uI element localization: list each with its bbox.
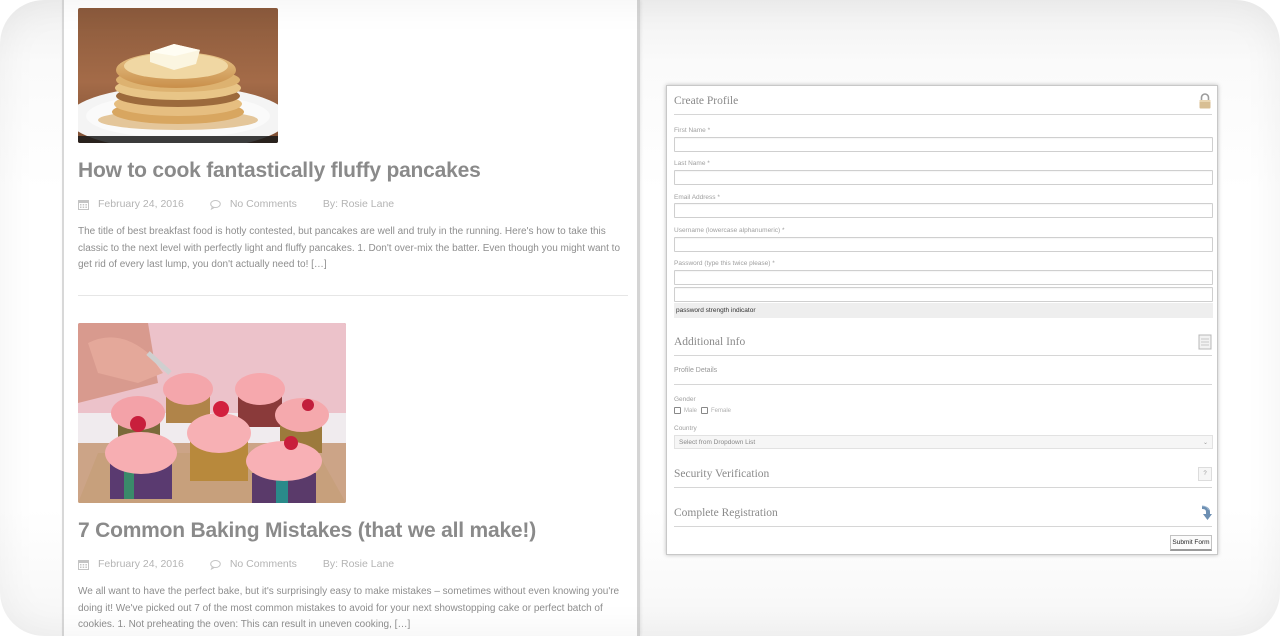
blog-post-list: How to cook fantastically fluffy pancake… (62, 0, 640, 636)
gender-label: Gender (674, 396, 696, 403)
username-label: Username (lowercase alphanumeric) * (674, 227, 785, 234)
comment-icon (210, 199, 221, 210)
calendar-icon (78, 199, 89, 210)
create-profile-header: Create Profile (674, 87, 1212, 115)
document-icon (1198, 334, 1212, 349)
first-name-input[interactable] (674, 137, 1213, 152)
email-input[interactable] (674, 203, 1213, 218)
post-author[interactable]: By: Rosie Lane (323, 558, 394, 570)
registration-form: Create Profile First Name * Last Name * … (666, 85, 1218, 555)
submit-form-button[interactable]: Submit Form (1170, 535, 1212, 551)
post-excerpt: The title of best breakfast food is hotl… (78, 226, 621, 270)
post-meta: February 24, 2016 No Comments By: Rosie … (78, 556, 630, 572)
chevron-down-icon: ⌄ (1202, 439, 1208, 446)
section-title: Security Verification (674, 467, 770, 480)
username-input[interactable] (674, 237, 1213, 252)
country-label: Country (674, 425, 697, 432)
male-label: Male (684, 407, 698, 414)
complete-registration-header: Complete Registration (674, 499, 1212, 527)
last-name-label: Last Name * (674, 160, 710, 167)
password-confirm-input[interactable] (674, 287, 1213, 302)
password-input[interactable] (674, 270, 1213, 285)
section-title: Additional Info (674, 335, 746, 348)
last-name-input[interactable] (674, 170, 1213, 185)
additional-info-header: Additional Info (674, 328, 1212, 356)
password-label: Password (type this twice please) * (674, 260, 775, 267)
section-title: Create Profile (674, 94, 739, 107)
male-checkbox[interactable] (674, 407, 681, 414)
lock-icon (1199, 92, 1211, 108)
post-date: February 24, 2016 (78, 558, 184, 570)
post-title[interactable]: How to cook fantastically fluffy pancake… (78, 158, 630, 184)
cupcakes-image[interactable] (78, 323, 346, 503)
question-icon[interactable]: ? (1198, 466, 1212, 481)
email-label: Email Address * (674, 194, 720, 201)
first-name-label: First Name * (674, 127, 711, 134)
pancakes-image[interactable] (78, 8, 278, 143)
post-comments[interactable]: No Comments (210, 558, 297, 570)
blog-post: 7 Common Baking Mistakes (that we all ma… (78, 323, 630, 634)
comment-icon (210, 559, 221, 570)
password-strength-indicator: password strength indicator (674, 303, 1213, 318)
post-comments[interactable]: No Comments (210, 198, 297, 210)
post-title[interactable]: 7 Common Baking Mistakes (that we all ma… (78, 518, 630, 544)
post-date: February 24, 2016 (78, 198, 184, 210)
post-meta: February 24, 2016 No Comments By: Rosie … (78, 196, 630, 212)
country-selected-value: Select from Dropdown List (679, 438, 756, 446)
post-excerpt: We all want to have the perfect bake, bu… (78, 586, 620, 630)
country-select[interactable]: Select from Dropdown List ⌄ (674, 435, 1213, 449)
security-verification-header: Security Verification ? (674, 460, 1212, 488)
female-label: Female (711, 407, 732, 414)
post-divider (78, 295, 628, 296)
blog-post: How to cook fantastically fluffy pancake… (78, 8, 630, 274)
post-author[interactable]: By: Rosie Lane (323, 198, 394, 210)
screen-frame: How to cook fantastically fluffy pancake… (0, 0, 1280, 636)
female-checkbox[interactable] (701, 407, 709, 414)
profile-details-header: Profile Details (674, 367, 1212, 385)
section-title: Complete Registration (674, 506, 778, 519)
calendar-icon (78, 559, 89, 570)
arrow-down-icon (1201, 505, 1212, 520)
gender-options: Male Female (674, 407, 735, 414)
